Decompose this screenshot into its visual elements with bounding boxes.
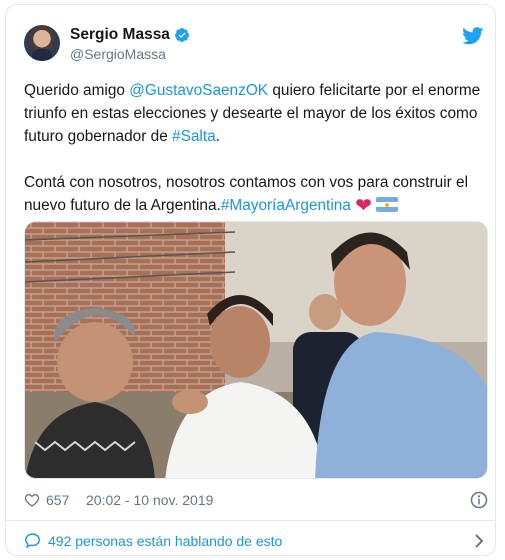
- twitter-bird-icon[interactable]: [462, 27, 484, 45]
- tweet-paragraph-2: Contá con nosotros, nosotros contamos co…: [24, 171, 488, 218]
- info-icon[interactable]: [470, 491, 488, 509]
- tweet-header: Sergio Massa @SergioMassa: [24, 25, 484, 65]
- tweet-meta: 657 20:02 - 10 nov. 2019: [24, 489, 488, 511]
- tweet-timestamp[interactable]: 20:02 - 10 nov. 2019: [86, 492, 213, 508]
- conversation-link[interactable]: 492 personas están hablando de esto: [24, 530, 488, 552]
- photo-illustration: [25, 222, 487, 478]
- speech-bubble-icon: [25, 533, 40, 549]
- tweet-card: Sergio Massa @SergioMassa Querido amigo …: [5, 4, 496, 556]
- tweet-photo[interactable]: [24, 221, 488, 479]
- like-count[interactable]: 657: [46, 492, 69, 508]
- heart-outline-icon[interactable]: [24, 492, 40, 508]
- avatar[interactable]: [24, 25, 60, 61]
- tweet-paragraph-1: Querido amigo @GustavoSaenzOK quiero fel…: [24, 79, 488, 148]
- text-segment: .: [215, 128, 220, 145]
- hashtag-salta-link[interactable]: #Salta: [172, 128, 216, 145]
- hashtag-mayoria-link[interactable]: #MayoríaArgentina: [221, 197, 351, 214]
- heart-emoji: ❤: [355, 195, 372, 217]
- conversation-text[interactable]: 492 personas están hablando de esto: [48, 533, 282, 549]
- divider: [6, 520, 495, 521]
- verified-badge-icon: [174, 28, 189, 42]
- author-name[interactable]: Sergio Massa: [70, 26, 170, 44]
- argentina-flag-emoji: [375, 197, 398, 212]
- text-segment: Querido amigo: [24, 82, 130, 99]
- author-handle[interactable]: @SergioMassa: [70, 46, 166, 62]
- tweet-text: Querido amigo @GustavoSaenzOK quiero fel…: [24, 79, 488, 241]
- author-name-line[interactable]: Sergio Massa: [70, 26, 190, 44]
- mention-link[interactable]: @GustavoSaenzOK: [129, 82, 268, 99]
- chevron-right-icon[interactable]: [474, 533, 484, 549]
